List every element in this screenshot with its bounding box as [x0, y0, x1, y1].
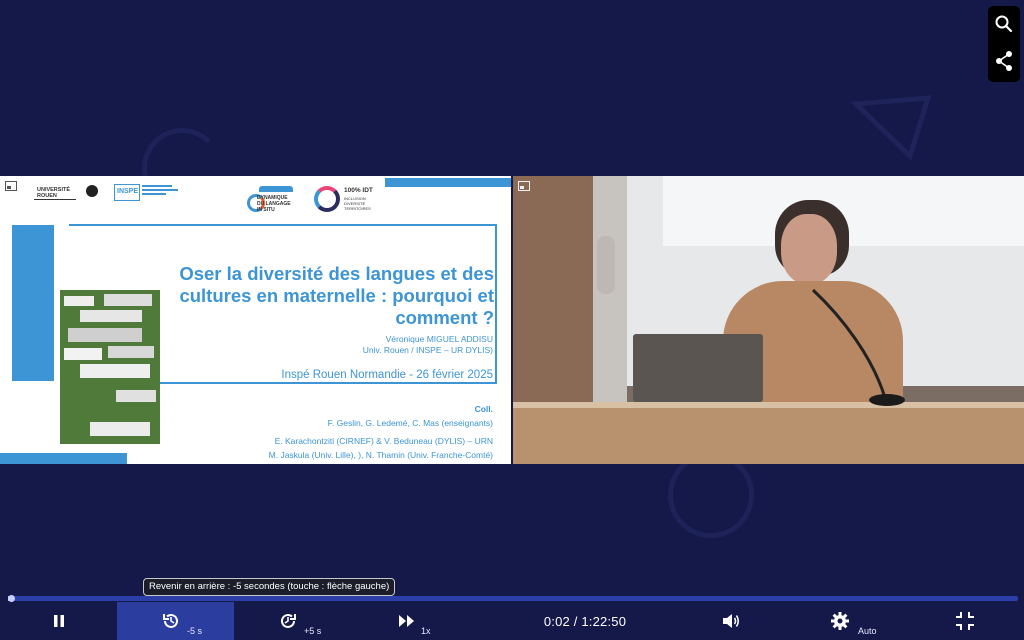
search-icon: [995, 15, 1013, 33]
side-action-panel: [988, 6, 1020, 82]
volume-icon: [722, 614, 739, 628]
fast-forward-icon: [398, 615, 414, 627]
wooden-wall: [513, 176, 593, 406]
laptop: [633, 334, 763, 402]
slide-title: Oser la diversité des langues et des cul…: [179, 263, 494, 328]
presentation-slide: UNIVERSITÉ ROUEN INSPE DYNAMIQUE DU LANG…: [0, 176, 511, 464]
inspe-logo-caption: [142, 185, 180, 197]
rewind-label: -5 s: [187, 626, 203, 636]
player-controls: -5 s +5 s 1x 0:02 / 1:22:50 Auto: [0, 602, 1024, 640]
search-button[interactable]: [988, 6, 1020, 42]
picture-in-picture-icon[interactable]: [5, 181, 17, 191]
decorative-ring-bottom: [668, 452, 754, 538]
rewind-button[interactable]: -5 s: [117, 602, 234, 640]
idt-logo-subtitle: INCLUSION DIVERSITÉ TERRITOIRES: [344, 196, 371, 211]
university-logo: UNIVERSITÉ ROUEN: [34, 185, 76, 200]
share-icon: [996, 51, 1012, 71]
slide-affiliation: Univ. Rouen / INSPE – UR DYLIS): [362, 345, 493, 355]
dylis-logo-line3: IN SITU: [257, 207, 275, 213]
slide-coll-line1: F. Geslin, G. Ledemé, C. Mas (enseignant…: [327, 418, 493, 428]
gear-icon: [830, 612, 849, 630]
dylis-logo: DYNAMIQUE DU LANGAGE IN SITU: [247, 186, 297, 218]
slide-coll-label: Coll.: [474, 404, 493, 414]
desk-edge: [513, 402, 1024, 408]
idt-logo-title: 100% IDT: [344, 187, 373, 194]
video-stage[interactable]: UNIVERSITÉ ROUEN INSPE DYNAMIQUE DU LANG…: [0, 176, 1024, 464]
quality-label: Auto: [858, 626, 877, 636]
rewind-tooltip: Revenir en arrière : -5 secondes (touche…: [143, 578, 396, 596]
bottom-blue-bar: [0, 453, 127, 464]
rewind-icon: [162, 613, 178, 628]
progress-bar[interactable]: [8, 595, 1018, 602]
share-button[interactable]: [988, 42, 1020, 78]
left-blue-bar: [12, 225, 54, 381]
emblem-logo: [86, 185, 98, 197]
time-display: 0:02 / 1:22:50: [468, 602, 702, 640]
pause-icon: [53, 615, 64, 627]
slide-event-date: Inspé Rouen Normandie - 26 février 2025: [281, 369, 493, 381]
speaker-face: [781, 214, 837, 284]
inspe-logo: INSPE: [114, 184, 140, 201]
classroom-photo: [60, 290, 160, 444]
time-readout: 0:02 / 1:22:50: [543, 613, 627, 629]
idt-logo: [314, 186, 340, 212]
slide-coll-line2: E. Karachontziti (CIRNEF) & V. Beduneau …: [274, 436, 493, 446]
speaker-camera-feed: [513, 176, 1024, 464]
playback-speed-button[interactable]: 1x: [351, 602, 468, 640]
pause-button[interactable]: [0, 602, 117, 640]
decorative-triangle: [850, 95, 932, 161]
top-right-blue-bar: [385, 178, 511, 187]
picture-in-picture-icon-camera[interactable]: [518, 181, 530, 191]
exit-fullscreen-button[interactable]: [906, 602, 1023, 640]
volume-button[interactable]: [672, 602, 789, 640]
forward-button[interactable]: +5 s: [234, 602, 351, 640]
settings-button[interactable]: Auto: [789, 602, 906, 640]
slide-coll-line3: M. Jaskula (Univ. Lille), ), N. Thamin (…: [268, 450, 493, 460]
wall-switch: [597, 236, 615, 294]
microphone: [811, 288, 905, 406]
exit-fullscreen-icon: [955, 612, 974, 630]
slide-author: Véronique MIGUEL ADDISU: [385, 334, 493, 344]
speed-label: 1x: [421, 626, 431, 636]
forward-icon: [280, 613, 296, 628]
progress-bar-knob[interactable]: [8, 595, 15, 602]
inspe-logo-text: INSPE: [117, 188, 139, 195]
forward-label: +5 s: [304, 626, 322, 636]
desk: [513, 404, 1024, 464]
university-logo-text: UNIVERSITÉ ROUEN: [37, 187, 71, 199]
